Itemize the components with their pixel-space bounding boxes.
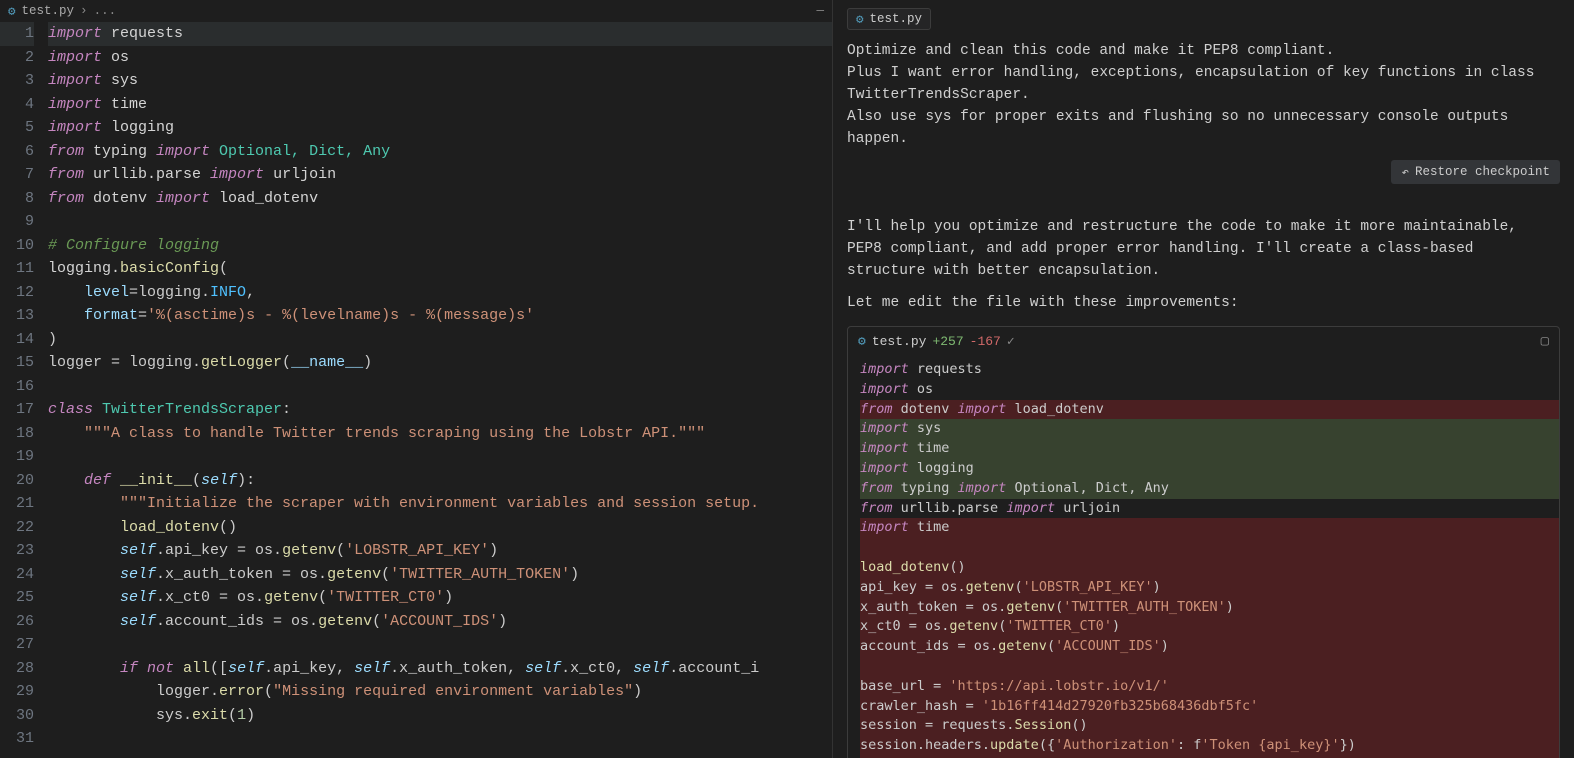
file-chip[interactable]: ⚙test.py bbox=[847, 8, 931, 30]
split-icon[interactable]: — bbox=[816, 4, 824, 18]
line-gutter: 1234567891011121314151617181920212223242… bbox=[0, 22, 48, 758]
breadcrumb[interactable]: ⚙ test.py › ... — bbox=[0, 0, 832, 22]
chat-pane: ⚙test.py Optimize and clean this code an… bbox=[833, 0, 1574, 758]
user-message: Optimize and clean this code and make it… bbox=[847, 40, 1560, 150]
breadcrumb-file: test.py bbox=[22, 4, 75, 18]
expand-icon[interactable]: ▢ bbox=[1541, 333, 1549, 350]
deletions-count: -167 bbox=[970, 334, 1001, 349]
check-icon: ✓ bbox=[1007, 334, 1015, 349]
restore-checkpoint-button[interactable]: ↶ Restore checkpoint bbox=[1391, 160, 1560, 184]
diff-body[interactable]: import requestsimport osfrom dotenv impo… bbox=[848, 356, 1559, 758]
assistant-message: I'll help you optimize and restructure t… bbox=[847, 216, 1560, 314]
additions-count: +257 bbox=[932, 334, 963, 349]
python-file-icon: ⚙ bbox=[856, 11, 864, 27]
code-lines[interactable]: import requestsimport osimport sysimport… bbox=[48, 22, 832, 758]
python-file-icon: ⚙ bbox=[8, 3, 16, 19]
undo-icon: ↶ bbox=[1401, 164, 1409, 180]
code-editor[interactable]: 1234567891011121314151617181920212223242… bbox=[0, 22, 832, 758]
breadcrumb-more: ... bbox=[94, 4, 117, 18]
diff-block: ⚙ test.py +257 -167 ✓ ▢ import requestsi… bbox=[847, 326, 1560, 758]
diff-header[interactable]: ⚙ test.py +257 -167 ✓ ▢ bbox=[848, 327, 1559, 356]
python-file-icon: ⚙ bbox=[858, 334, 866, 349]
breadcrumb-sep: › bbox=[80, 4, 88, 18]
editor-pane: ⚙ test.py › ... — 1234567891011121314151… bbox=[0, 0, 833, 758]
